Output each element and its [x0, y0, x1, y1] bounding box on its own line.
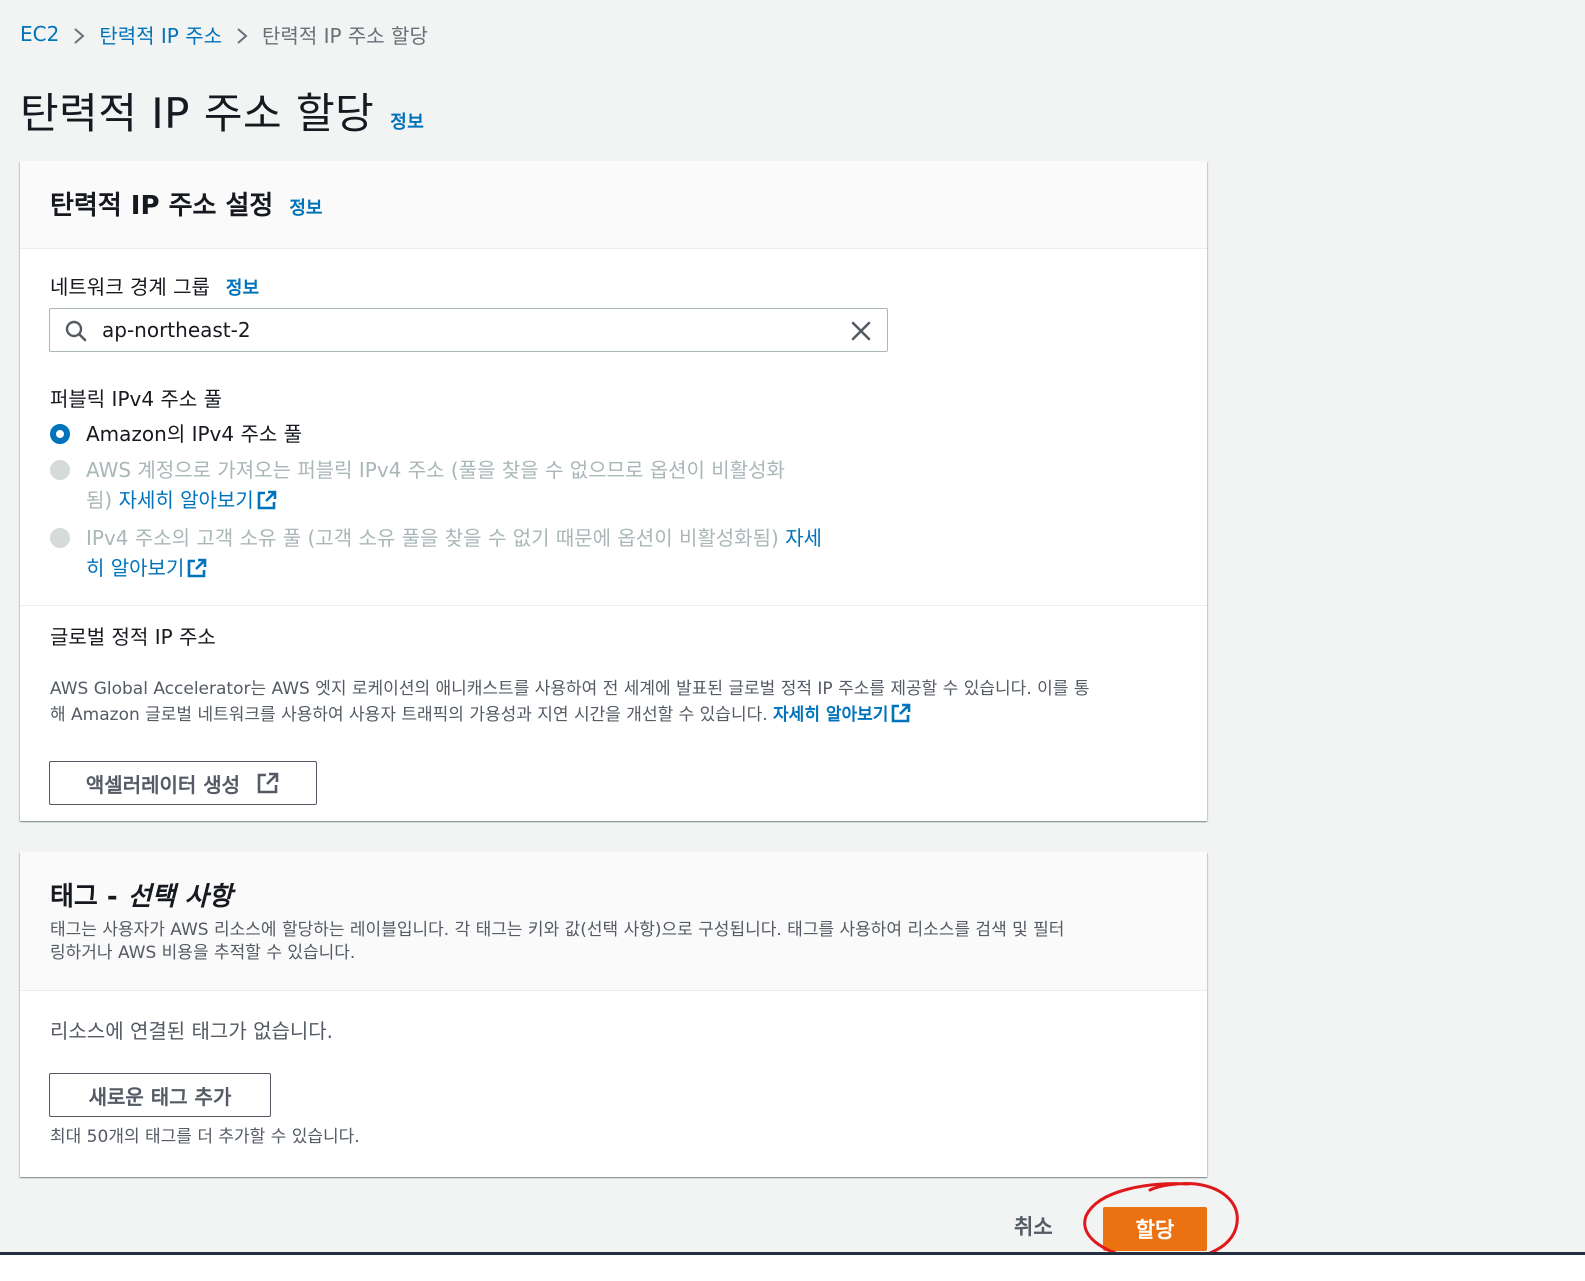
settings-panel-title: 탄력적 IP 주소 설정 정보 [50, 185, 1177, 222]
global-learn-more-link[interactable]: 자세히 알아보기 [773, 703, 912, 725]
tags-panel-title: 태그 - 선택 사항 [50, 876, 1177, 913]
cancel-button[interactable]: 취소 [1014, 1211, 1053, 1241]
coip-learn-more-link[interactable]: 히 알아보기 [86, 556, 208, 580]
page-title: 탄력적 IP 주소 할당 정보 [20, 80, 424, 141]
radio-byoip-pool: AWS 계정으로 가져오는 퍼블릭 IPv4 주소 (풀을 찾을 수 없으므로 … [50, 455, 870, 515]
radio-byoip-label-line2: 됨) [86, 488, 113, 512]
close-icon[interactable] [849, 319, 873, 343]
external-link-icon [892, 703, 911, 723]
global-accelerator-description: AWS Global Accelerator는 AWS 엣지 로케이션의 애니캐… [50, 676, 1180, 728]
allocate-button[interactable]: 할당 [1103, 1207, 1207, 1251]
radio-coip-label-line1: IPv4 주소의 고객 소유 풀 (고객 소유 풀을 찾을 수 없기 때문에 옵… [86, 526, 779, 550]
radio-customer-owned-pool: IPv4 주소의 고객 소유 풀 (고객 소유 풀을 찾을 수 없기 때문에 옵… [50, 523, 900, 583]
page-info-link[interactable]: 정보 [390, 108, 424, 134]
global-desc-line1: AWS Global Accelerator는 AWS 엣지 로케이션의 애니캐… [50, 679, 1090, 699]
elastic-ip-settings-panel: 탄력적 IP 주소 설정 정보 네트워크 경계 그룹 정보 퍼블릭 IPv4 주… [20, 161, 1207, 821]
section-divider [20, 605, 1207, 606]
tags-title-optional: 선택 사항 [127, 882, 233, 912]
external-link-icon [257, 772, 279, 794]
network-border-group-input[interactable] [50, 309, 887, 351]
external-link-icon [188, 558, 207, 578]
search-icon [65, 320, 87, 342]
tags-title-prefix: 태그 - [50, 882, 118, 912]
radio-amazon-pool[interactable]: Amazon의 IPv4 주소 풀 [50, 419, 302, 449]
coip-learn-more-text: 히 알아보기 [86, 556, 185, 580]
create-accelerator-button[interactable]: 액셀러레이터 생성 [49, 761, 317, 805]
global-static-ip-label: 글로벌 정적 IP 주소 [50, 621, 216, 650]
tags-description: 태그는 사용자가 AWS 리소스에 할당하는 레이블입니다. 각 태그는 키와 … [50, 919, 1177, 965]
tags-desc-line2: 링하거나 AWS 비용을 추적할 수 있습니다. [50, 943, 356, 963]
breadcrumb: EC2 탄력적 IP 주소 탄력적 IP 주소 할당 [20, 20, 428, 48]
network-border-group-search [49, 308, 888, 352]
network-border-group-info-link[interactable]: 정보 [226, 274, 259, 300]
global-learn-more-text: 자세히 알아보기 [773, 705, 889, 725]
radio-button-checked[interactable] [50, 424, 70, 444]
global-desc-line2: 해 Amazon 글로벌 네트워크를 사용하여 사용자 트래픽의 가용성과 지연… [50, 705, 768, 725]
radio-button-disabled [50, 528, 70, 548]
global-static-ip-label-text: 글로벌 정적 IP 주소 [50, 625, 216, 649]
radio-amazon-pool-label: Amazon의 IPv4 주소 풀 [86, 422, 303, 446]
breadcrumb-ec2-link[interactable]: EC2 [20, 22, 59, 46]
public-ipv4-pool-label: 퍼블릭 IPv4 주소 풀 [50, 383, 222, 412]
coip-learn-more-link-part1[interactable]: 자세 [785, 526, 822, 550]
tags-panel: 태그 - 선택 사항 태그는 사용자가 AWS 리소스에 할당하는 레이블입니다… [20, 852, 1207, 1177]
byoip-learn-more-text: 자세히 알아보기 [118, 488, 254, 512]
byoip-learn-more-link[interactable]: 자세히 알아보기 [119, 488, 278, 512]
breadcrumb-current: 탄력적 IP 주소 할당 [262, 23, 428, 48]
page-title-text: 탄력적 IP 주소 할당 [20, 89, 375, 138]
settings-title-text: 탄력적 IP 주소 설정 [50, 191, 274, 221]
radio-button-disabled [50, 460, 70, 480]
network-border-group-label-text: 네트워크 경계 그룹 [50, 275, 210, 299]
radio-byoip-label-line1: AWS 계정으로 가져오는 퍼블릭 IPv4 주소 (풀을 찾을 수 없으므로 … [86, 458, 785, 482]
chevron-right-icon [65, 22, 93, 46]
add-new-tag-button[interactable]: 새로운 태그 추가 [49, 1073, 271, 1117]
add-new-tag-label: 새로운 태그 추가 [88, 1084, 232, 1109]
public-ipv4-pool-label-text: 퍼블릭 IPv4 주소 풀 [50, 387, 222, 411]
external-link-icon [257, 490, 277, 510]
bottom-area [0, 1255, 1585, 1281]
tag-limit-text: 최대 50개의 태그를 더 추가할 수 있습니다. [50, 1127, 360, 1147]
breadcrumb-elastic-ip-link[interactable]: 탄력적 IP 주소 [99, 20, 222, 49]
settings-info-link[interactable]: 정보 [289, 194, 322, 220]
create-accelerator-label: 액셀러레이터 생성 [85, 772, 241, 797]
no-tags-text: 리소스에 연결된 태그가 없습니다. [50, 1019, 334, 1043]
chevron-right-icon [228, 22, 256, 46]
tags-panel-header: 태그 - 선택 사항 태그는 사용자가 AWS 리소스에 할당하는 레이블입니다… [20, 852, 1207, 991]
settings-panel-header: 탄력적 IP 주소 설정 정보 [20, 161, 1207, 249]
tags-desc-line1: 태그는 사용자가 AWS 리소스에 할당하는 레이블입니다. 각 태그는 키와 … [50, 920, 1065, 940]
network-border-group-label: 네트워크 경계 그룹 정보 [50, 271, 259, 300]
